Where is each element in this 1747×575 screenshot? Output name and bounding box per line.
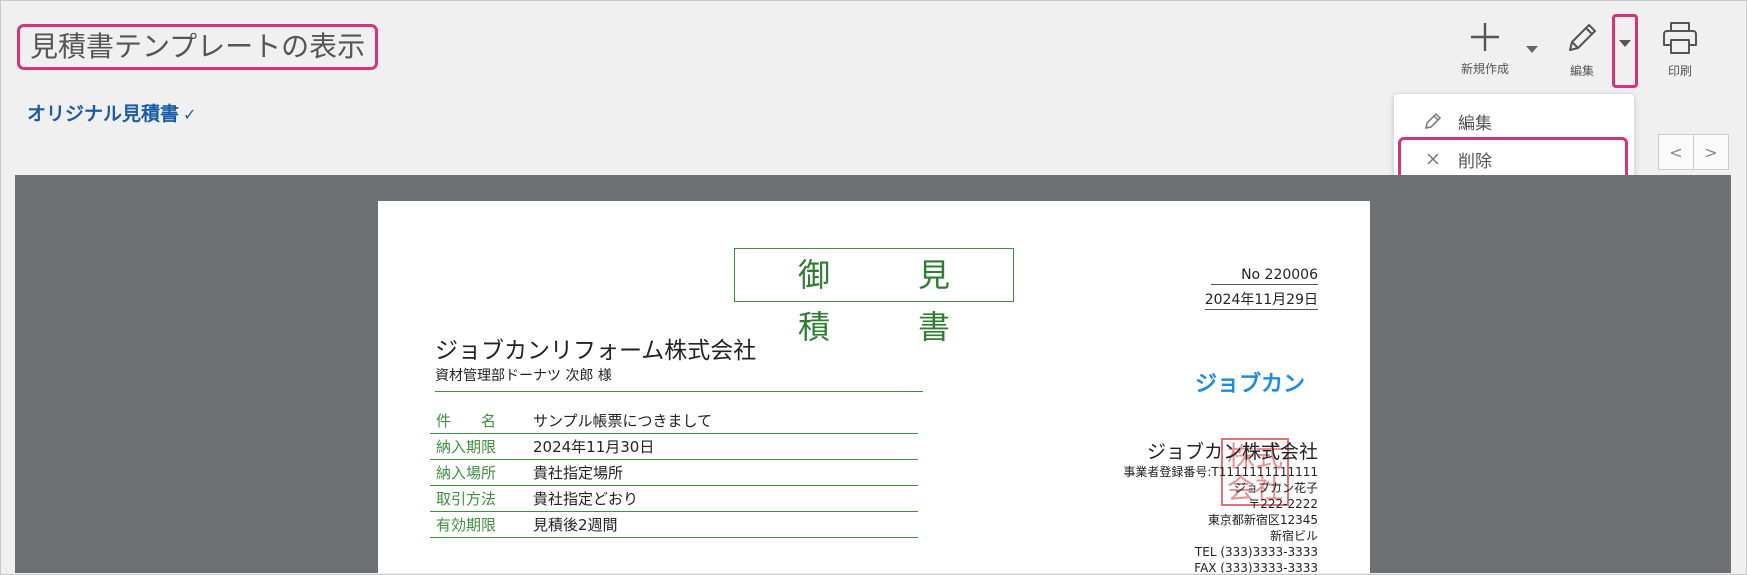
close-icon: [1422, 152, 1444, 166]
field-key: 件 名: [436, 412, 497, 430]
template-selector[interactable]: オリジナル見積書 ✓: [27, 99, 196, 126]
field-row: 件 名 サンプル帳票につきまして: [430, 408, 918, 434]
issuer-tel: TEL (333)3333-3333: [1194, 545, 1318, 559]
document-page: 御 見 積 書 No 220006 2024年11月29日 ジョブカンリフォーム…: [378, 201, 1370, 573]
page-title: 見積書テンプレートの表示: [17, 24, 379, 70]
issuer-company: ジョブカン株式会社: [1146, 441, 1318, 463]
field-value: 見積後2週間: [533, 516, 618, 534]
pager: < >: [1658, 134, 1729, 170]
issuer-fax: FAX (333)3333-3333: [1194, 561, 1318, 573]
field-row: 有効期限 見積後2週間: [430, 512, 918, 538]
edit-button[interactable]: 編集: [1562, 20, 1602, 79]
menu-item-edit[interactable]: 編集: [1400, 103, 1626, 139]
field-key: 納入期限: [436, 438, 497, 456]
field-value: 貴社指定場所: [533, 464, 624, 482]
field-row: 納入期限 2024年11月30日: [430, 434, 918, 460]
next-page-button[interactable]: >: [1694, 134, 1729, 170]
new-button-label: 新規作成: [1460, 62, 1509, 76]
document-date: 2024年11月29日: [1204, 289, 1318, 310]
client-name: ジョブカンリフォーム株式会社: [435, 338, 757, 364]
print-button[interactable]: 印刷: [1660, 20, 1700, 79]
client-block: ジョブカンリフォーム株式会社 資材管理部ドーナツ 次郎 様: [435, 331, 923, 392]
field-row: 取引方法 貴社指定どおり: [430, 486, 918, 512]
edit-dropdown-button[interactable]: [1612, 14, 1638, 88]
document-number-text: No 220006: [1211, 267, 1318, 285]
document-viewer[interactable]: 御 見 積 書 No 220006 2024年11月29日 ジョブカンリフォーム…: [15, 175, 1731, 573]
issuer-address: 東京都新宿区12345: [1207, 513, 1318, 527]
pencil-icon: [1569, 24, 1596, 51]
field-value: 貴社指定どおり: [533, 490, 639, 508]
caret-down-icon: [1526, 46, 1538, 53]
field-value: 2024年11月30日: [533, 438, 655, 456]
chevron-down-icon: ✓: [183, 105, 197, 124]
issuer-postal: 〒222-2222: [1248, 497, 1318, 511]
document-fields: 件 名サンプル帳票につきまして 納入期限 2024年11月30日 納入場所 貴社指定…: [430, 408, 918, 538]
menu-item-delete-label: 削除: [1458, 151, 1492, 172]
edit-dropdown-menu: 編集 削除: [1393, 93, 1635, 187]
document-title: 御 見 積 書: [734, 248, 1014, 346]
field-row: 納入場所 貴社指定場所: [430, 460, 918, 486]
client-person: 資材管理部ドーナツ 次郎 様: [435, 368, 612, 384]
new-dropdown-button[interactable]: [1524, 38, 1540, 57]
issuer-registration: 事業者登録番号:T1111111111111: [1123, 465, 1318, 479]
company-logo: ジョブカン: [1195, 372, 1306, 397]
field-key: 取引方法: [436, 490, 497, 508]
issuer-block: ジョブカン株式会社 事業者登録番号:T1111111111111 ジョブカン花子…: [1123, 440, 1318, 573]
new-button[interactable]: 新規作成: [1450, 20, 1520, 77]
document-number: No 220006: [1211, 267, 1318, 285]
field-value: サンプル帳票につきまして: [533, 412, 713, 430]
issuer-building: 新宿ビル: [1269, 529, 1318, 543]
print-button-label: 印刷: [1667, 64, 1692, 78]
issuer-person: ジョブカン花子: [1233, 481, 1318, 495]
edit-button-label: 編集: [1569, 64, 1594, 78]
field-key: 有効期限: [436, 516, 497, 534]
field-key: 納入場所: [436, 464, 497, 482]
template-name: オリジナル見積書: [27, 103, 180, 125]
plus-icon: [1471, 23, 1499, 51]
menu-item-edit-label: 編集: [1458, 113, 1492, 134]
printer-icon: [1663, 22, 1697, 54]
caret-down-icon: [1619, 40, 1631, 47]
pencil-icon: [1422, 112, 1444, 130]
prev-page-button[interactable]: <: [1658, 134, 1694, 170]
